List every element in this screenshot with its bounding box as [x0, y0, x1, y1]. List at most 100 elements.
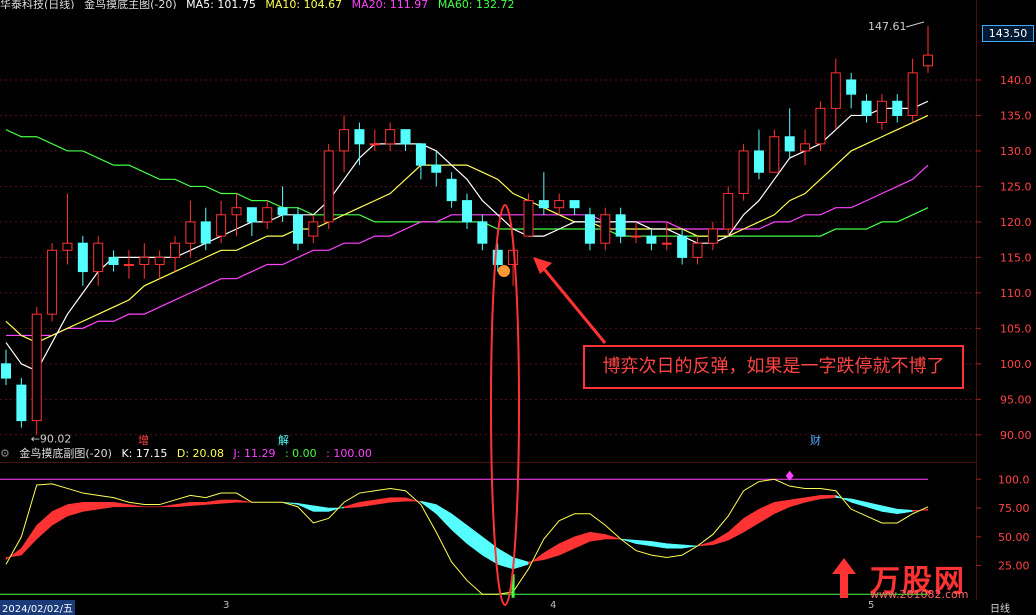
kd-ribbon-segment — [159, 504, 176, 508]
kd-ribbon-segment — [174, 501, 191, 508]
kd-ribbon-segment — [97, 502, 114, 510]
logo-icon — [832, 558, 856, 598]
candle-body — [477, 221, 488, 244]
kd-ribbon-segment — [804, 495, 821, 503]
logo-url: www.201082.com — [870, 588, 969, 601]
price-tick-label: 140.0 — [1000, 74, 1032, 87]
candle-body — [907, 72, 918, 116]
brand-logo: 万股网 www.201082.com — [822, 556, 1032, 601]
candle-body — [738, 150, 749, 195]
candle-body — [861, 100, 872, 116]
sub-indicator-header: ⚙ 金鸟摸底副图(-20) K: 17.15 D: 20.08 J: 11.29… — [0, 447, 378, 461]
candle-body — [584, 214, 595, 244]
candle-body — [846, 79, 857, 95]
candle-body — [47, 249, 58, 315]
time-axis: 2024/02/02/五 3 4 5 日线 — [0, 600, 1036, 615]
zero-value: : 0.00 — [284, 447, 317, 460]
candle-body — [923, 54, 933, 67]
main-indicator-name[interactable]: 金鸟摸底主图(-20) — [84, 0, 177, 9]
candle-body — [170, 242, 181, 258]
ma60-value: MA60: 132.72 — [437, 0, 515, 9]
candle-body — [385, 129, 396, 145]
kd-ribbon-segment — [727, 517, 744, 541]
candle-body — [615, 214, 626, 237]
candle-body — [692, 242, 703, 258]
candle-body — [108, 256, 119, 265]
candle-body — [216, 214, 227, 237]
price-tick-label: 95.00 — [1000, 393, 1032, 406]
low-price-label: ←90.02 — [31, 433, 72, 446]
kd-ribbon-segment — [451, 513, 468, 545]
kd-ribbon-segment — [190, 502, 207, 506]
candle-body — [784, 136, 795, 152]
candle-body — [554, 200, 565, 209]
kd-ribbon-segment — [558, 536, 575, 556]
kd-ribbon-segment — [512, 557, 529, 570]
kd-ribbon-segment — [758, 501, 775, 524]
candle-body — [415, 143, 426, 166]
candle-body — [569, 200, 580, 209]
kd-ribbon-segment — [820, 495, 837, 500]
ma10-value: MA10: 104.67 — [265, 0, 343, 9]
candle-body — [339, 129, 350, 152]
candle-body — [600, 214, 611, 244]
kd-ribbon-segment — [313, 505, 329, 512]
kd-ribbon-segment — [82, 502, 99, 512]
candle-body — [323, 150, 334, 223]
candle-body — [446, 178, 457, 202]
candle-body — [200, 221, 211, 244]
start-date: 2024/02/02/五 — [0, 600, 76, 615]
candle-body — [231, 207, 242, 216]
kd-ribbon-segment — [466, 524, 483, 556]
kd-ribbon-segment — [835, 494, 852, 503]
sub-tick-label: 50.00 — [998, 531, 1030, 544]
period-label[interactable]: 日线 — [990, 600, 1010, 615]
price-tick-label: 110.0 — [1000, 287, 1032, 300]
kd-ribbon-segment — [574, 531, 591, 549]
stock-title: 华泰科技(日线) — [0, 0, 75, 9]
kd-ribbon-segment — [774, 499, 790, 515]
price-tick-label: 135.0 — [1000, 109, 1032, 122]
price-tick-label: 90.00 — [1000, 429, 1032, 442]
candle-body — [246, 207, 257, 223]
settings-icon[interactable]: ⚙ — [0, 447, 10, 460]
sub-indicator-name[interactable]: 金鸟摸底副图(-20) — [19, 447, 112, 460]
candle-body — [723, 193, 734, 230]
ma20-value: MA20: 111.97 — [351, 0, 429, 9]
candle-body — [308, 221, 319, 237]
candle-body — [646, 235, 657, 244]
price-tick-label: 130.0 — [1000, 145, 1032, 158]
kd-ribbon-segment — [128, 504, 145, 508]
kd-ribbon-segment — [789, 497, 806, 508]
candle-body — [31, 313, 42, 422]
candle-body — [753, 150, 764, 173]
kd-ribbon-segment — [436, 504, 452, 531]
j-value: J: 11.29 — [233, 447, 276, 460]
candle-body — [62, 242, 73, 251]
sub-tick-label: 75.00 — [998, 502, 1030, 515]
candle-body — [769, 136, 780, 173]
candle-body — [707, 228, 718, 244]
kd-ribbon-segment — [543, 543, 560, 561]
high-price-label: 147.61 — [868, 20, 907, 33]
candle-body — [492, 249, 503, 265]
marker-zeng[interactable]: 增 — [138, 432, 149, 448]
sub-tick-label: 100.0 — [998, 473, 1030, 486]
kd-ribbon-segment — [205, 499, 222, 505]
kd-ribbon-segment — [635, 539, 652, 547]
marker-jie[interactable]: 解 — [278, 432, 289, 448]
candle-body — [139, 256, 150, 265]
candle-body — [892, 100, 903, 116]
marker-cai[interactable]: 财 — [810, 432, 821, 448]
ma5-value: MA5: 101.75 — [186, 0, 256, 9]
kd-ribbon-segment — [651, 541, 668, 549]
candle-body — [277, 207, 288, 216]
candle-body — [815, 107, 826, 145]
price-tick-label: 100.0 — [1000, 358, 1032, 371]
candle-body — [185, 221, 196, 244]
candle-body — [876, 100, 887, 124]
candle-body — [431, 164, 442, 173]
kd-ribbon-segment — [220, 499, 237, 504]
kd-ribbon-segment — [666, 543, 683, 549]
kd-ribbon-segment — [297, 503, 314, 512]
